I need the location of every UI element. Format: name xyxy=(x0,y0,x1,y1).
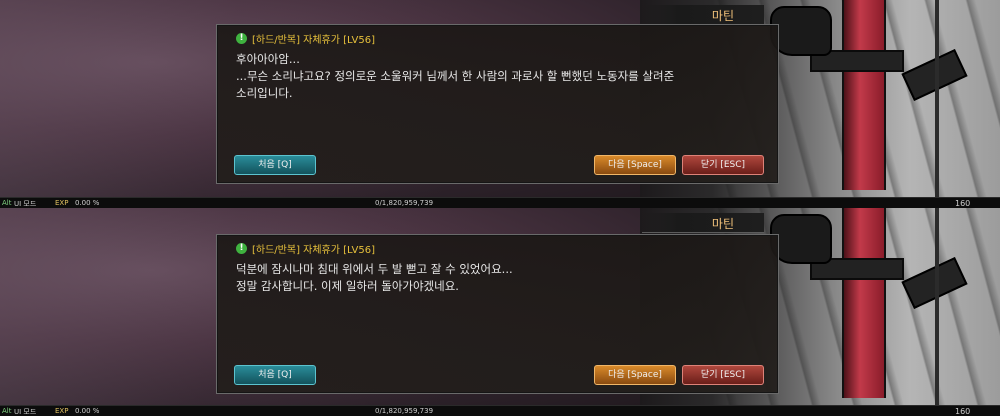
quest-title: [하드/반복] 자체휴가 [LV56] xyxy=(252,34,375,46)
npc-nameplate: 마틴 xyxy=(642,213,764,233)
npc-name: 마틴 xyxy=(711,9,734,23)
exp-percent: 0.00 % xyxy=(75,199,100,207)
quest-exclamation-icon: ! xyxy=(236,242,247,254)
npc-shirt xyxy=(842,208,886,398)
npc-nameplate: 마틴 xyxy=(642,5,764,25)
status-bar: Alt UI 모드 EXP 0.00 % 0/1,820,959,739 160 xyxy=(0,405,1000,416)
dialogue-line: 후아아아암... xyxy=(236,52,300,66)
dialogue-text: 덕분에 잠시나마 침대 위에서 두 발 뻗고 잘 수 있었어요... 정말 감사… xyxy=(236,261,756,295)
status-bar: Alt UI 모드 EXP 0.00 % 0/1,820,959,739 160 xyxy=(0,197,1000,208)
player-level: 160 xyxy=(955,199,971,208)
ui-mode-label[interactable]: UI 모드 xyxy=(14,407,36,416)
exp-percent: 0.00 % xyxy=(75,407,100,415)
alt-key-label: Alt xyxy=(2,407,12,415)
quest-header: ! [하드/반복] 자체휴가 [LV56] xyxy=(236,241,375,256)
next-button[interactable]: 다음 [Space] xyxy=(594,155,676,175)
exp-label: EXP xyxy=(55,199,69,207)
close-button[interactable]: 닫기 [ESC] xyxy=(682,365,764,385)
first-button[interactable]: 처음 [Q] xyxy=(234,155,316,175)
first-button[interactable]: 처음 [Q] xyxy=(234,365,316,385)
dialogue-panel-2: 마틴 ! [하드/반복] 자체휴가 [LV56] 덕분에 잠시나마 침대 위에서… xyxy=(0,208,1000,416)
quest-title: [하드/반복] 자체휴가 [LV56] xyxy=(252,244,375,256)
npc-glove xyxy=(770,214,832,264)
quest-exclamation-icon: ! xyxy=(236,32,247,44)
dialogue-panel-1: 마틴 ! [하드/반복] 자체휴가 [LV56] 후아아아암... ...무슨 … xyxy=(0,0,1000,208)
npc-glove xyxy=(770,6,832,56)
next-button[interactable]: 다음 [Space] xyxy=(594,365,676,385)
quest-header: ! [하드/반복] 자체휴가 [LV56] xyxy=(236,31,375,46)
exp-label: EXP xyxy=(55,407,69,415)
dialogue-line: 정말 감사합니다. 이제 일하러 돌아가야겠네요. xyxy=(236,279,459,293)
exp-value: 0/1,820,959,739 xyxy=(375,407,434,415)
ui-mode-label[interactable]: UI 모드 xyxy=(14,199,36,208)
dialogue-box: ! [하드/반복] 자체휴가 [LV56] 덕분에 잠시나마 침대 위에서 두 … xyxy=(216,234,779,394)
dialogue-box: ! [하드/반복] 자체휴가 [LV56] 후아아아암... ...무슨 소리냐… xyxy=(216,24,779,184)
alt-key-label: Alt xyxy=(2,199,12,207)
dialogue-text: 후아아아암... ...무슨 소리냐고요? 정의로운 소울워커 님께서 한 사람… xyxy=(236,51,756,102)
dialogue-line: 소리입니다. xyxy=(236,86,293,100)
close-button[interactable]: 닫기 [ESC] xyxy=(682,155,764,175)
player-level: 160 xyxy=(955,407,971,416)
dialogue-line: ...무슨 소리냐고요? 정의로운 소울워커 님께서 한 사람의 과로사 할 뻔… xyxy=(236,69,675,83)
dialogue-line: 덕분에 잠시나마 침대 위에서 두 발 뻗고 잘 수 있었어요... xyxy=(236,262,513,276)
npc-name: 마틴 xyxy=(711,217,734,231)
npc-shirt xyxy=(842,0,886,190)
exp-value: 0/1,820,959,739 xyxy=(375,199,434,207)
